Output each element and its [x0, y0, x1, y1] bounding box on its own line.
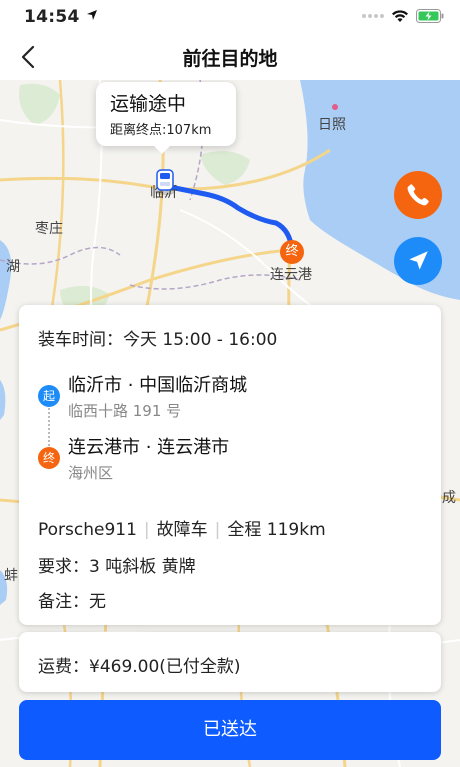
status-time: 14:54	[24, 7, 98, 27]
nav-bar: 前往目的地	[0, 34, 460, 80]
locate-button[interactable]	[394, 237, 442, 285]
fee-text: 运费：¥469.00(已付全款)	[38, 657, 241, 677]
fee-card: 运费：¥469.00(已付全款)	[19, 632, 441, 692]
end-marker: 终	[280, 240, 304, 264]
end-address-detail: 海州区	[68, 464, 114, 482]
route-connector	[48, 408, 50, 446]
total-distance: 全程 119km	[227, 520, 326, 540]
divider: |	[143, 520, 150, 540]
page-title: 前往目的地	[182, 48, 278, 70]
call-button[interactable]	[394, 171, 442, 219]
bubble-title: 运输途中	[110, 93, 187, 115]
start-address-detail: 临西十路 191 号	[68, 402, 182, 420]
status-bar: 14:54	[0, 0, 460, 34]
divider: |	[214, 520, 221, 540]
status-bubble: 运输途中 距离终点:107km	[96, 82, 236, 154]
end-badge: 终	[38, 447, 60, 469]
note: 备注：无	[38, 592, 106, 612]
requirement: 要求：3 吨斜板 黄牌	[38, 557, 196, 577]
status-indicators	[362, 9, 444, 23]
delivered-button[interactable]: 已送达	[19, 700, 441, 760]
map-label-zaozhuang: 枣庄	[35, 221, 63, 237]
location-arrow-icon	[86, 10, 97, 20]
start-address-title: 临沂市 · 中国临沂商城	[68, 375, 248, 396]
vehicle-status: 故障车	[156, 520, 208, 540]
loading-time: 装车时间：今天 15:00 - 16:00	[38, 330, 278, 350]
truck-marker-icon	[155, 169, 175, 195]
map-label-lianyungang: 连云港	[270, 267, 312, 283]
end-marker-text: 终	[285, 244, 299, 259]
map-label-bang: 蚌	[4, 568, 18, 584]
vehicle-info: Porsche911 | 故障车 | 全程 119km	[38, 515, 326, 540]
navigation-arrow-icon	[409, 251, 428, 270]
phone-icon	[407, 184, 429, 206]
battery-charging-icon	[416, 9, 444, 23]
wifi-icon	[392, 10, 408, 22]
map-label-hu: 湖	[6, 259, 20, 275]
status-time-text: 14:54	[24, 7, 80, 27]
start-badge: 起	[38, 385, 60, 407]
signal-icon	[362, 14, 384, 18]
bubble-distance: 距离终点:107km	[110, 123, 212, 138]
vehicle-model: Porsche911	[38, 520, 137, 540]
end-address-title: 连云港市 · 连云港市	[68, 437, 230, 458]
map-label-cheng: 成	[442, 490, 456, 506]
order-card: 装车时间：今天 15:00 - 16:00 起 临沂市 · 中国临沂商城 临西十…	[19, 305, 441, 625]
map-label-rizhao: 日照	[318, 117, 346, 133]
